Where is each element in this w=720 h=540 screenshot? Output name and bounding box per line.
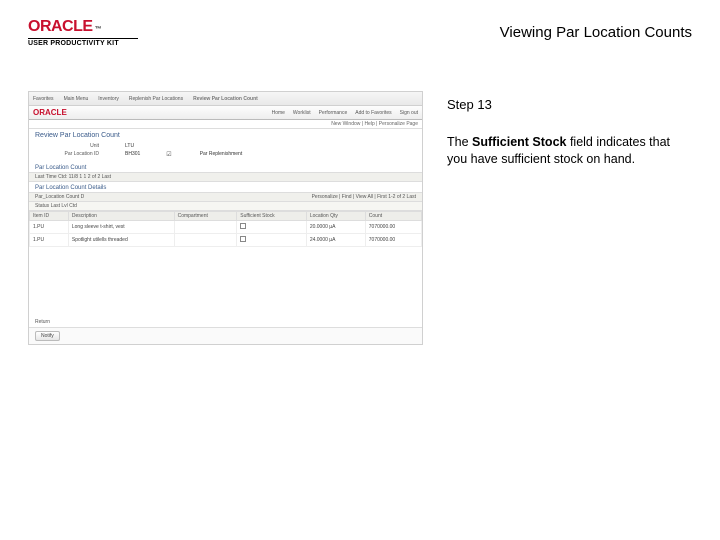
- ss-breadcrumb-bar: Favorites Main Menu Inventory Replenish …: [29, 92, 422, 106]
- logo-divider: [28, 38, 138, 39]
- table-header-row: Item ID Description Compartment Sufficie…: [30, 212, 422, 221]
- cell-comp: [174, 221, 237, 234]
- table-row: 1.PU Long sleeve t-shirt, vest 20.0000 µ…: [30, 221, 422, 234]
- cell-qty: 24.0000 µA: [306, 234, 365, 247]
- step-description: The Sufficient Stock field indicates tha…: [447, 134, 692, 168]
- table-row: 1.PU Spotlight utilells threaded 24.0000…: [30, 234, 422, 247]
- cell-ss: [237, 221, 307, 234]
- screenshot-thumbnail: Favorites Main Menu Inventory Replenish …: [28, 91, 423, 345]
- page-title: Viewing Par Location Counts: [500, 24, 692, 47]
- ss-label: Par Location ID: [35, 151, 99, 158]
- ss-find-right: Personalize | Find | View All | First 1-…: [312, 194, 416, 200]
- ss-section-label: Par Location Count: [29, 162, 422, 172]
- col-header: Item ID: [30, 212, 69, 221]
- ss-value: LTU: [125, 143, 134, 149]
- ss-value: BH301: [125, 151, 140, 158]
- logo-block: ORACLE ™ USER PRODUCTIVITY KIT: [28, 18, 138, 47]
- cell-item: 1.PU: [30, 221, 69, 234]
- ss-crumb: Inventory: [98, 96, 119, 102]
- col-header: Count: [365, 212, 421, 221]
- step-label: Step 13: [447, 97, 692, 112]
- brand-text: ORACLE: [28, 18, 93, 36]
- ss-count-text: Last Time Ctd: 11/8 1 1 2 of 2 Last: [35, 174, 111, 180]
- cell-qty: 20.0000 µA: [306, 221, 365, 234]
- col-header: Description: [68, 212, 174, 221]
- logo-subtitle: USER PRODUCTIVITY KIT: [28, 40, 138, 47]
- ss-subbar: New Window | Help | Personalize Page: [29, 120, 422, 129]
- ss-table: Item ID Description Compartment Sufficie…: [29, 211, 422, 247]
- ss-brand-bar: ORACLE Home Worklist Performance Add to …: [29, 106, 422, 120]
- cell-desc: Long sleeve t-shirt, vest: [68, 221, 174, 234]
- desc-pre: The: [447, 135, 472, 149]
- cell-desc: Spotlight utilells threaded: [68, 234, 174, 247]
- desc-bold: Sufficient Stock: [472, 135, 566, 149]
- ss-return: Return: [29, 317, 422, 327]
- ss-find-bar: Par_Location Count D Personalize | Find …: [29, 192, 422, 202]
- col-header: Location Qty: [306, 212, 365, 221]
- cell-ss: [237, 234, 307, 247]
- ss-menu: Add to Favorites: [355, 110, 391, 116]
- ss-find-left: Par_Location Count D: [35, 194, 84, 200]
- cell-cnt: 7070000.00: [365, 234, 421, 247]
- ss-label: Unit: [35, 143, 99, 149]
- ss-count-info: Last Time Ctd: 11/8 1 1 2 of 2 Last: [29, 172, 422, 182]
- ss-crumb: Favorites: [33, 96, 54, 102]
- cell-cnt: 7070000.00: [365, 221, 421, 234]
- ss-section-label: Par Location Count Details: [29, 182, 422, 192]
- ss-menu: Performance: [319, 110, 348, 116]
- ss-brand: ORACLE: [33, 108, 67, 117]
- cell-comp: [174, 234, 237, 247]
- ss-menu: Sign out: [400, 110, 418, 116]
- notify-button[interactable]: Notify: [35, 331, 60, 341]
- ss-page-title: Review Par Location Count: [29, 129, 422, 141]
- checkbox-icon: [240, 236, 246, 242]
- ss-crumb: Main Menu: [64, 96, 89, 102]
- trademark: ™: [95, 26, 102, 33]
- ss-value: Par Replenishment: [200, 151, 243, 158]
- ss-menu: Home: [272, 110, 285, 116]
- col-header: Sufficient Stock: [237, 212, 307, 221]
- col-header: Compartment: [174, 212, 237, 221]
- ss-crumb: Replenish Par Locations: [129, 96, 183, 102]
- checkbox-icon: [240, 223, 246, 229]
- ss-find-bar2: Status Last Lvl Ctd: [29, 202, 422, 211]
- ss-crumb: Review Par Location Count: [193, 96, 258, 102]
- ss-checkbox-icon: [166, 151, 173, 158]
- cell-item: 1.PU: [30, 234, 69, 247]
- ss-menu: Worklist: [293, 110, 311, 116]
